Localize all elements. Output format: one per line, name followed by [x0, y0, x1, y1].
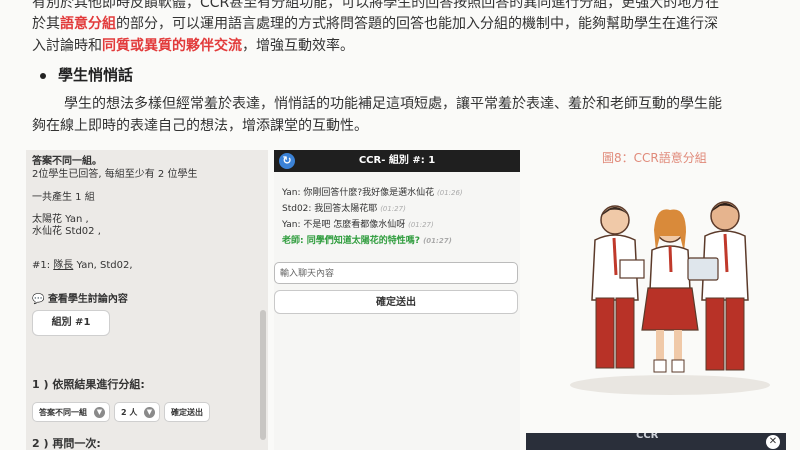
figure-caption: 圖8：CCR語意分組 — [602, 151, 707, 165]
chat-message: Yan: 你剛回答什麼?我好像是選水仙花 (01:26) — [282, 185, 463, 198]
article-text: 於其 — [32, 16, 60, 32]
confirm-group-button[interactable]: 確定送出 — [164, 402, 210, 422]
message-text: 老師: 同學們知道太陽花的特性嗎? — [282, 236, 420, 246]
chat-icon: 💬 — [32, 294, 48, 305]
group-mode-value: 答案不同一組 — [39, 408, 87, 417]
article-paragraph-line: 有別於其他即時反饋軟體，CCR甚至有分組功能，可以將學生的回答按照回答的異同進行… — [32, 0, 720, 11]
chat-input[interactable]: 輸入聊天內容 — [274, 262, 518, 284]
message-text: Yan: 你剛回答什麼?我好像是選水仙花 — [282, 188, 435, 198]
group-mode-select[interactable]: 答案不同一組 ▼ — [32, 402, 110, 422]
close-icon[interactable]: ✕ — [766, 435, 780, 449]
chat-header: ↻ CCR- 組別 #: 1 — [274, 150, 520, 172]
highlight-text: 語意分組 — [60, 16, 116, 32]
message-time: (01:27) — [380, 205, 406, 213]
article-paragraph-line: 於其語意分組的部分，可以運用語言處理的方式將問答題的回答也能加入分組的機制中，能… — [32, 14, 792, 34]
group-size-select[interactable]: 2 人 ▼ — [114, 402, 160, 422]
group-number: #1: — [32, 260, 54, 271]
group-chat-panel: ↻ CCR- 組別 #: 1 Yan: 你剛回答什麼?我好像是選水仙花 (01:… — [274, 150, 520, 450]
group-members: #1: 隊長 Yan, Std02, — [32, 256, 133, 271]
group-size-value: 2 人 — [121, 408, 138, 417]
answer-item: 水仙花 Std02 , — [32, 226, 101, 237]
group-leader-label: 隊長 — [53, 260, 74, 271]
highlight-text: 同質或異質的夥伴交流 — [102, 38, 242, 54]
article-text: 的部分，可以運用語言處理的方式將問答題的回答也能加入分組的機制中，能夠幫助學生在… — [116, 16, 718, 32]
scrollbar[interactable] — [260, 310, 266, 440]
section-heading: 學生悄悄話 — [40, 64, 133, 85]
panel-subtitle: 2位學生已回答, 每組至少有 2 位學生 — [32, 169, 198, 180]
article-paragraph-line: 入討論時和同質或異質的夥伴交流，增強互動效率。 — [32, 36, 792, 56]
message-text: Yan: 不是吧 怎麼看都像水仙呀 — [282, 220, 406, 230]
chevron-down-icon: ▼ — [144, 407, 155, 418]
message-time: (01:27) — [423, 237, 452, 245]
step1-label: 1 ) 依照結果進行分組: — [32, 378, 145, 391]
message-text: Std02: 我回答太陽花耶 — [282, 204, 378, 214]
back-arrow-icon[interactable]: ↻ — [279, 153, 295, 169]
view-discussion-link[interactable]: 💬 查看學生討論內容 — [32, 290, 128, 305]
view-discussion-label: 查看學生討論內容 — [47, 294, 128, 305]
message-time: (01:26) — [437, 189, 463, 197]
chat-message: Yan: 不是吧 怎麼看都像水仙呀 (01:27) — [282, 217, 434, 230]
preview-header: CCR — [636, 433, 659, 441]
chat-title: CCR- 組別 #: 1 — [358, 155, 436, 166]
article-paragraph-line: 學生的想法多樣但經常羞於表達，悄悄話的功能補足這項短處，讓平常羞於表達、羞於和老… — [64, 96, 722, 112]
article-text: 入討論時和 — [32, 38, 102, 54]
group-members-list: Yan, Std02, — [73, 260, 133, 271]
bullet-icon — [40, 72, 46, 79]
send-button[interactable]: 確定送出 — [274, 290, 518, 314]
chat-message: Std02: 我回答太陽花耶 (01:27) — [282, 201, 406, 214]
app-screenshot-preview: CCR ✕ — [526, 433, 786, 450]
section-heading-text: 學生悄悄話 — [58, 66, 134, 84]
article-paragraph-line: 夠在線上即時的表達自己的想法，增添課堂的互動性。 — [32, 118, 368, 134]
article-text: ，增強互動效率。 — [242, 38, 354, 54]
teacher-grouping-panel: 答案不同一組。 2位學生已回答, 每組至少有 2 位學生 一共產生 1 組 太陽… — [26, 150, 268, 450]
step2-label: 2 ) 再問一次: — [32, 437, 101, 450]
chevron-down-icon: ▼ — [94, 407, 105, 418]
chat-message-teacher: 老師: 同學們知道太陽花的特性嗎? (01:27) — [282, 233, 452, 246]
groups-count: 一共產生 1 組 — [32, 192, 95, 203]
students-illustration — [570, 201, 770, 395]
group-1-button[interactable]: 組別 #1 — [32, 310, 110, 336]
message-time: (01:27) — [408, 221, 434, 229]
